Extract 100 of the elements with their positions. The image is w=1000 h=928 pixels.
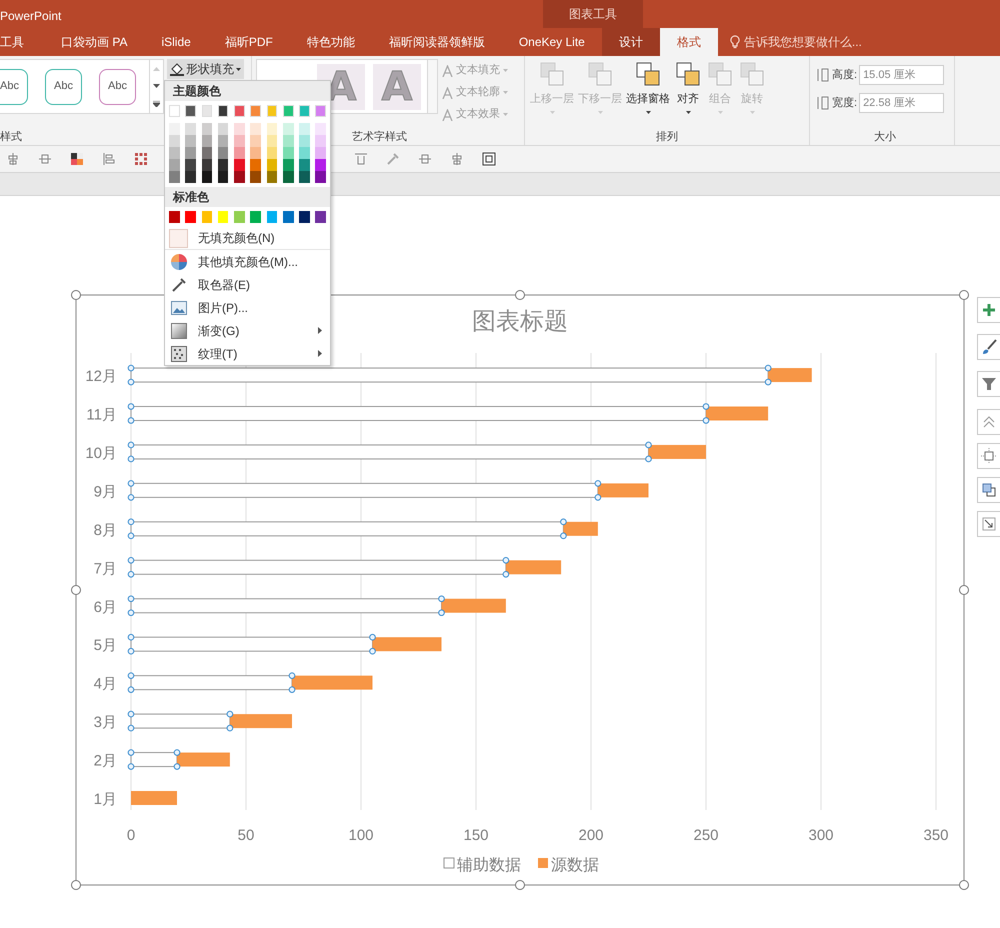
color-swatch[interactable] (282, 105, 294, 117)
align-left-icon[interactable] (102, 152, 116, 166)
menu-item[interactable]: 其他填充颜色(M)... (165, 250, 330, 273)
chart-style-button[interactable] (977, 334, 1000, 360)
color-swatch[interactable] (169, 105, 180, 117)
color-swatch[interactable] (282, 135, 294, 147)
color-swatch[interactable] (185, 211, 196, 223)
color-swatch[interactable] (169, 211, 180, 223)
color-swatch[interactable] (218, 135, 228, 147)
color-swatch[interactable] (218, 159, 228, 171)
ribbon-tab[interactable]: 设计 (602, 28, 660, 56)
color-swatch[interactable] (202, 147, 212, 159)
color-swatch[interactable] (266, 171, 278, 183)
shape-fill-button[interactable]: 形状填充 (167, 59, 244, 79)
color-swatch[interactable] (315, 159, 326, 171)
collapse-button[interactable] (977, 409, 1000, 435)
fit-frame-icon[interactable] (482, 152, 496, 166)
color-swatch[interactable] (202, 211, 212, 223)
color-swatch[interactable] (250, 171, 261, 183)
ribbon-tab[interactable]: 工具 (0, 28, 44, 56)
color-swatch[interactable] (282, 171, 294, 183)
color-swatch[interactable] (250, 123, 261, 135)
color-swatch[interactable] (234, 135, 245, 147)
color-swatch[interactable] (299, 147, 310, 159)
eyedropper-icon[interactable] (386, 152, 400, 166)
ribbon-tab[interactable]: 口袋动画 PA (44, 28, 144, 56)
color-swatch[interactable] (266, 147, 278, 159)
color-swatch[interactable] (234, 147, 245, 159)
color-swatch[interactable] (299, 135, 310, 147)
color-swatch[interactable] (266, 105, 278, 117)
color-swatch[interactable] (202, 123, 212, 135)
color-swatch[interactable] (315, 171, 326, 183)
distribute-icon[interactable] (38, 152, 52, 166)
color-swatch[interactable] (169, 159, 180, 171)
color-swatch[interactable] (315, 123, 326, 135)
menu-item[interactable]: 纹理(T) (165, 342, 330, 365)
resize-handle[interactable] (959, 585, 969, 595)
color-swatch[interactable] (218, 105, 228, 117)
color-swatch[interactable] (299, 159, 310, 171)
color-swatch[interactable] (202, 171, 212, 183)
color-swatch[interactable] (185, 159, 196, 171)
color-grid-icon[interactable] (70, 152, 84, 166)
ribbon-tab[interactable]: 特色功能 (290, 28, 372, 56)
color-swatch[interactable] (185, 171, 196, 183)
color-swatch[interactable] (266, 211, 278, 223)
color-swatch[interactable] (250, 135, 261, 147)
shape-style-sample[interactable]: Abc (99, 68, 136, 104)
menu-item[interactable]: 取色器(E) (165, 273, 330, 296)
resize-handle[interactable] (71, 290, 81, 300)
resize-handle[interactable] (959, 290, 969, 300)
color-swatch[interactable] (250, 105, 261, 117)
color-swatch[interactable] (234, 105, 245, 117)
color-swatch[interactable] (169, 123, 180, 135)
color-swatch[interactable] (169, 147, 180, 159)
arrange-command[interactable]: 选择窗格 (624, 60, 672, 114)
ribbon-tab[interactable]: iSlide (144, 28, 208, 56)
resize-handle[interactable] (515, 290, 525, 300)
color-swatch[interactable] (218, 147, 228, 159)
color-swatch[interactable] (218, 123, 228, 135)
chart-filter-button[interactable] (977, 371, 1000, 397)
menu-item[interactable]: 渐变(G) (165, 319, 330, 342)
resize-button[interactable] (977, 511, 1000, 537)
arrange-button[interactable] (977, 477, 1000, 503)
color-swatch[interactable] (282, 123, 294, 135)
color-swatch[interactable] (299, 105, 310, 117)
ribbon-tab[interactable]: 格式 (660, 28, 718, 56)
size-field[interactable]: 15.05 厘米 (859, 65, 944, 85)
resize-handle[interactable] (515, 880, 525, 890)
color-swatch[interactable] (250, 211, 261, 223)
grid-icon[interactable] (134, 152, 148, 166)
resize-handle[interactable] (71, 880, 81, 890)
color-swatch[interactable] (299, 171, 310, 183)
color-swatch[interactable] (185, 135, 196, 147)
color-swatch[interactable] (234, 159, 245, 171)
gallery-scrollbar[interactable] (150, 59, 164, 114)
distribute-icon[interactable] (418, 152, 432, 166)
color-swatch[interactable] (299, 123, 310, 135)
gallery-scrollbar[interactable] (428, 59, 438, 114)
color-swatch[interactable] (234, 123, 245, 135)
color-swatch[interactable] (315, 135, 326, 147)
arrange-command[interactable]: 对齐 (672, 60, 704, 114)
align-icon[interactable] (450, 152, 464, 166)
color-swatch[interactable] (266, 159, 278, 171)
color-swatch[interactable] (282, 211, 294, 223)
color-swatch[interactable] (266, 135, 278, 147)
color-swatch[interactable] (234, 171, 245, 183)
color-swatch[interactable] (185, 147, 196, 159)
color-swatch[interactable] (185, 123, 196, 135)
color-swatch[interactable] (315, 105, 326, 117)
color-swatch[interactable] (250, 147, 261, 159)
color-swatch[interactable] (315, 211, 326, 223)
color-swatch[interactable] (218, 171, 228, 183)
color-swatch[interactable] (202, 105, 212, 117)
color-swatch[interactable] (218, 211, 228, 223)
align-top-icon[interactable] (354, 152, 368, 166)
ribbon-tab[interactable]: 福昕PDF (208, 28, 290, 56)
color-swatch[interactable] (169, 171, 180, 183)
align-icon[interactable] (6, 152, 20, 166)
color-swatch[interactable] (169, 135, 180, 147)
menu-item[interactable]: 图片(P)... (165, 296, 330, 319)
